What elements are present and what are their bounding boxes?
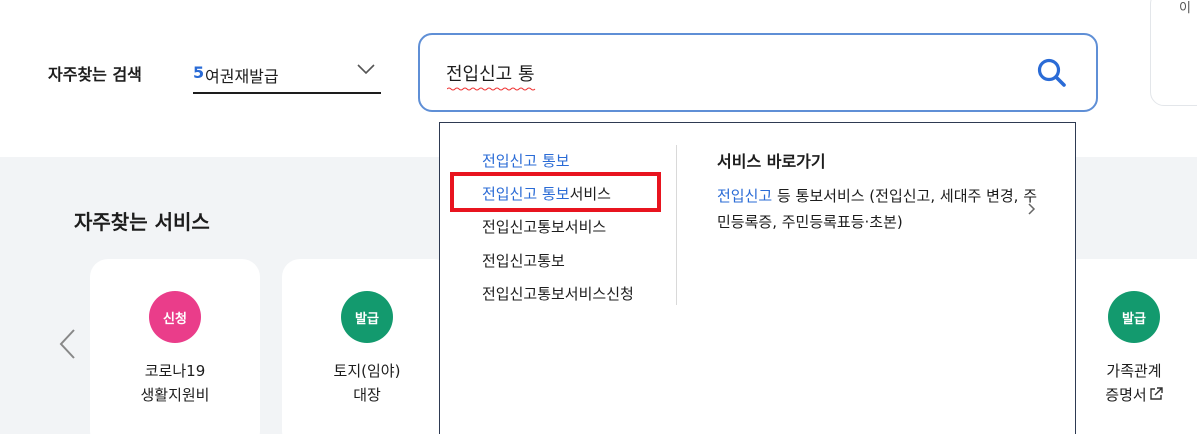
chevron-left-icon[interactable] [58, 328, 76, 360]
selection-highlight-box [450, 172, 661, 212]
search-input[interactable] [446, 59, 1006, 87]
issue-badge: 발급 [1108, 291, 1160, 343]
spellcheck-underline [447, 87, 536, 91]
issue-badge: 발급 [341, 291, 393, 343]
service-card-title-line1: 코로나19 [144, 362, 206, 380]
chevron-down-icon [357, 64, 375, 75]
suggestion-rest: 전입신고통보서비스 [482, 218, 607, 236]
apply-badge: 신청 [149, 291, 201, 343]
suggestion-item[interactable]: 전입신고통보 [482, 250, 565, 271]
shortcut-link[interactable]: 전입신고 등 통보서비스 (전입신고, 세대주 변경, 주민등록증, 주민등록표… [717, 183, 1037, 235]
suggestion-item[interactable]: 전입신고통보서비스 [482, 216, 606, 237]
service-card-title-line2: 증명서 [1105, 386, 1147, 404]
service-card-land-register[interactable]: 발급 토지(임야) 대장 [282, 259, 452, 434]
side-card[interactable]: 이 [1150, 0, 1197, 106]
shortcut-match: 전입신고 [717, 187, 773, 205]
frequent-search-select[interactable]: 5 여권재발급 [193, 54, 381, 94]
suggestion-rest: 전입신고통보 [482, 252, 565, 270]
search-icon[interactable] [1036, 57, 1068, 89]
frequent-search-label: 자주찾는 검색 [48, 65, 142, 84]
side-card-text: 이 [1179, 1, 1191, 16]
frequent-search-rank: 5 [193, 63, 205, 82]
suggestion-rest: 전입신고통보서비스신청 [482, 285, 634, 303]
frequent-search-value: 여권재발급 [205, 67, 279, 86]
shortcut-title: 서비스 바로가기 [717, 152, 826, 171]
chevron-right-icon [1028, 203, 1036, 215]
autocomplete-dropdown: 전입신고 통보 전입신고 통보서비스 전입신고통보서비스 전입신고통보 전입신고… [439, 122, 1076, 434]
service-card-title-line1: 토지(임야) [333, 362, 401, 380]
suggestion-item[interactable]: 전입신고통보서비스신청 [482, 283, 634, 304]
service-card-covid[interactable]: 신청 코로나19 생활지원비 [90, 259, 260, 434]
external-link-icon [1150, 387, 1163, 400]
service-card-title: 토지(임야) 대장 [282, 359, 452, 407]
dropdown-divider [676, 145, 677, 305]
suggestion-item[interactable]: 전입신고 통보 [482, 150, 570, 171]
suggestion-match: 전입신고 통보 [482, 152, 570, 170]
search-box [418, 33, 1098, 112]
service-card-title-line2: 생활지원비 [140, 386, 210, 404]
services-title: 자주찾는 서비스 [74, 210, 210, 234]
service-card-title: 코로나19 생활지원비 [90, 359, 260, 407]
service-card-title-line2: 대장 [353, 386, 381, 404]
